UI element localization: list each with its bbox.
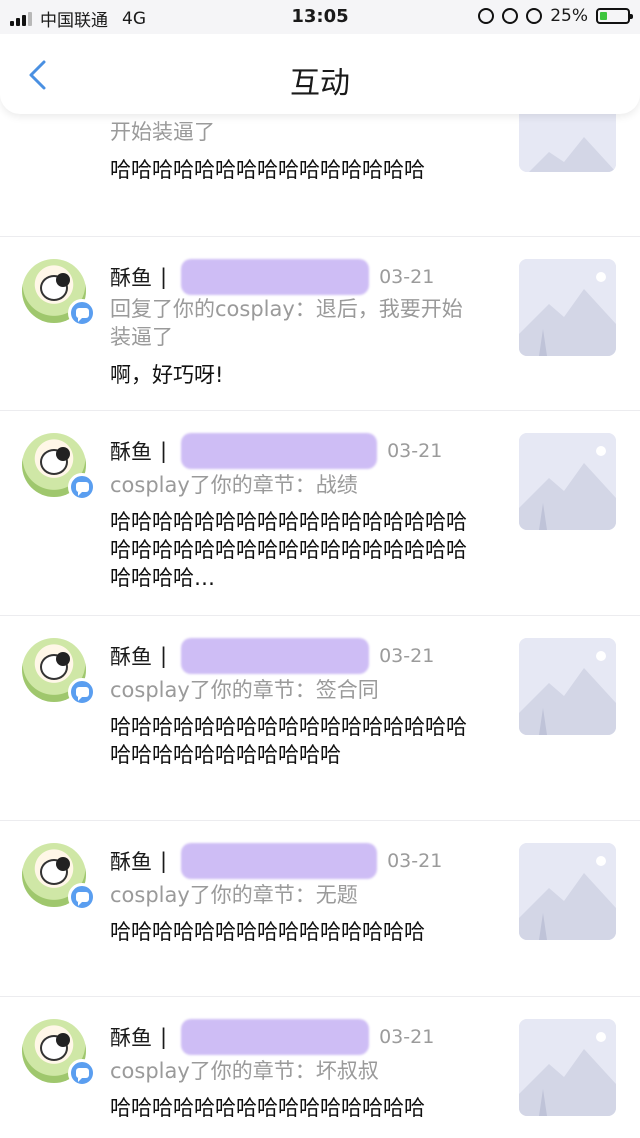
action-text: cosplay了你的章节：战绩 [110, 473, 358, 497]
headphones-icon [478, 8, 495, 24]
comment-text: 哈哈哈哈哈哈哈哈哈哈哈哈哈哈哈哈哈哈哈哈哈哈哈哈哈哈哈哈 [110, 715, 467, 767]
avatar[interactable] [22, 638, 96, 706]
user-name[interactable]: 酥鱼 [110, 1022, 152, 1052]
name-separator: | [160, 849, 168, 873]
name-separator: | [160, 644, 168, 668]
action-text: cosplay了你的章节：无题 [110, 883, 358, 907]
avatar[interactable] [22, 1019, 96, 1087]
mountain-placeholder-icon [519, 843, 616, 940]
interaction-list[interactable]: 开始装逼了 哈哈哈哈哈哈哈哈哈哈哈哈哈哈哈 酥鱼 | 03-21 回复了你的co… [0, 0, 640, 1138]
navigation-bar: 互动 [0, 34, 640, 114]
list-item[interactable]: 酥鱼 | 03-21 cosplay了你的章节：签合同 哈哈哈哈哈哈哈哈哈哈哈哈… [0, 616, 640, 821]
headset-icon [526, 8, 543, 24]
chapter-thumbnail[interactable] [519, 433, 616, 530]
avatar[interactable] [22, 259, 96, 327]
item-date: 03-21 [387, 440, 443, 462]
name-separator: | [160, 439, 168, 463]
user-name[interactable]: 酥鱼 [110, 262, 152, 292]
mountain-placeholder-icon [519, 259, 616, 356]
comment-badge-icon [68, 299, 96, 327]
item-date: 03-21 [379, 1026, 435, 1048]
chapter-thumbnail[interactable] [519, 259, 616, 356]
user-name[interactable]: 酥鱼 [110, 846, 152, 876]
user-name[interactable]: 酥鱼 [110, 436, 152, 466]
page-title: 互动 [290, 66, 350, 101]
comment-badge-icon [68, 883, 96, 911]
redacted-title [181, 259, 370, 295]
chapter-thumbnail[interactable] [519, 638, 616, 735]
item-date: 03-21 [379, 645, 435, 667]
comment-text: 哈哈哈哈哈哈哈哈哈哈哈哈哈哈哈 [110, 920, 425, 944]
comment-badge-icon [68, 1059, 96, 1087]
list-item[interactable]: 酥鱼 | 03-21 cosplay了你的章节：战绩 哈哈哈哈哈哈哈哈哈哈哈哈哈… [0, 411, 640, 616]
rotation-lock-icon [502, 8, 519, 24]
comment-text: 哈哈哈哈哈哈哈哈哈哈哈哈哈哈哈 [110, 1096, 425, 1120]
action-text: 回复了你的cosplay：退后，我要开始装逼了 [110, 297, 463, 349]
chapter-thumbnail[interactable] [519, 1019, 616, 1116]
item-date: 03-21 [387, 850, 443, 872]
comment-text: 哈哈哈哈哈哈哈哈哈哈哈哈哈哈哈哈哈哈哈哈哈哈哈哈哈哈哈哈哈哈哈哈哈哈哈哈哈哈… [110, 510, 467, 590]
list-item[interactable]: 酥鱼 | 03-21 回复了你的cosplay：退后，我要开始装逼了 啊，好巧呀… [0, 237, 640, 411]
battery-percent: 25% [550, 6, 588, 26]
avatar[interactable] [22, 843, 96, 911]
comment-text: 哈哈哈哈哈哈哈哈哈哈哈哈哈哈哈 [110, 158, 425, 182]
action-text: cosplay了你的章节：坏叔叔 [110, 1059, 379, 1083]
item-date: 03-21 [379, 266, 435, 288]
battery-icon [596, 8, 633, 24]
mountain-placeholder-icon [519, 1019, 616, 1116]
redacted-title [181, 843, 378, 879]
list-item[interactable]: 酥鱼 | 03-21 cosplay了你的章节：无题 哈哈哈哈哈哈哈哈哈哈哈哈哈… [0, 821, 640, 997]
comment-text: 啊，好巧呀! [110, 363, 224, 387]
name-separator: | [160, 1025, 168, 1049]
action-text: 开始装逼了 [110, 120, 215, 144]
chapter-thumbnail[interactable] [519, 843, 616, 940]
mountain-placeholder-icon [519, 638, 616, 735]
user-name[interactable]: 酥鱼 [110, 641, 152, 671]
comment-badge-icon [68, 678, 96, 706]
redacted-title [181, 638, 370, 674]
redacted-title [181, 1019, 370, 1055]
avatar[interactable] [22, 433, 96, 501]
action-text: cosplay了你的章节：签合同 [110, 678, 379, 702]
name-separator: | [160, 265, 168, 289]
mountain-placeholder-icon [519, 433, 616, 530]
redacted-title [181, 433, 378, 469]
comment-badge-icon [68, 473, 96, 501]
list-item[interactable]: 酥鱼 | 03-21 cosplay了你的章节：坏叔叔 哈哈哈哈哈哈哈哈哈哈哈哈… [0, 997, 640, 1138]
status-bar: 中国联通 4G 13:05 25% [0, 0, 640, 34]
